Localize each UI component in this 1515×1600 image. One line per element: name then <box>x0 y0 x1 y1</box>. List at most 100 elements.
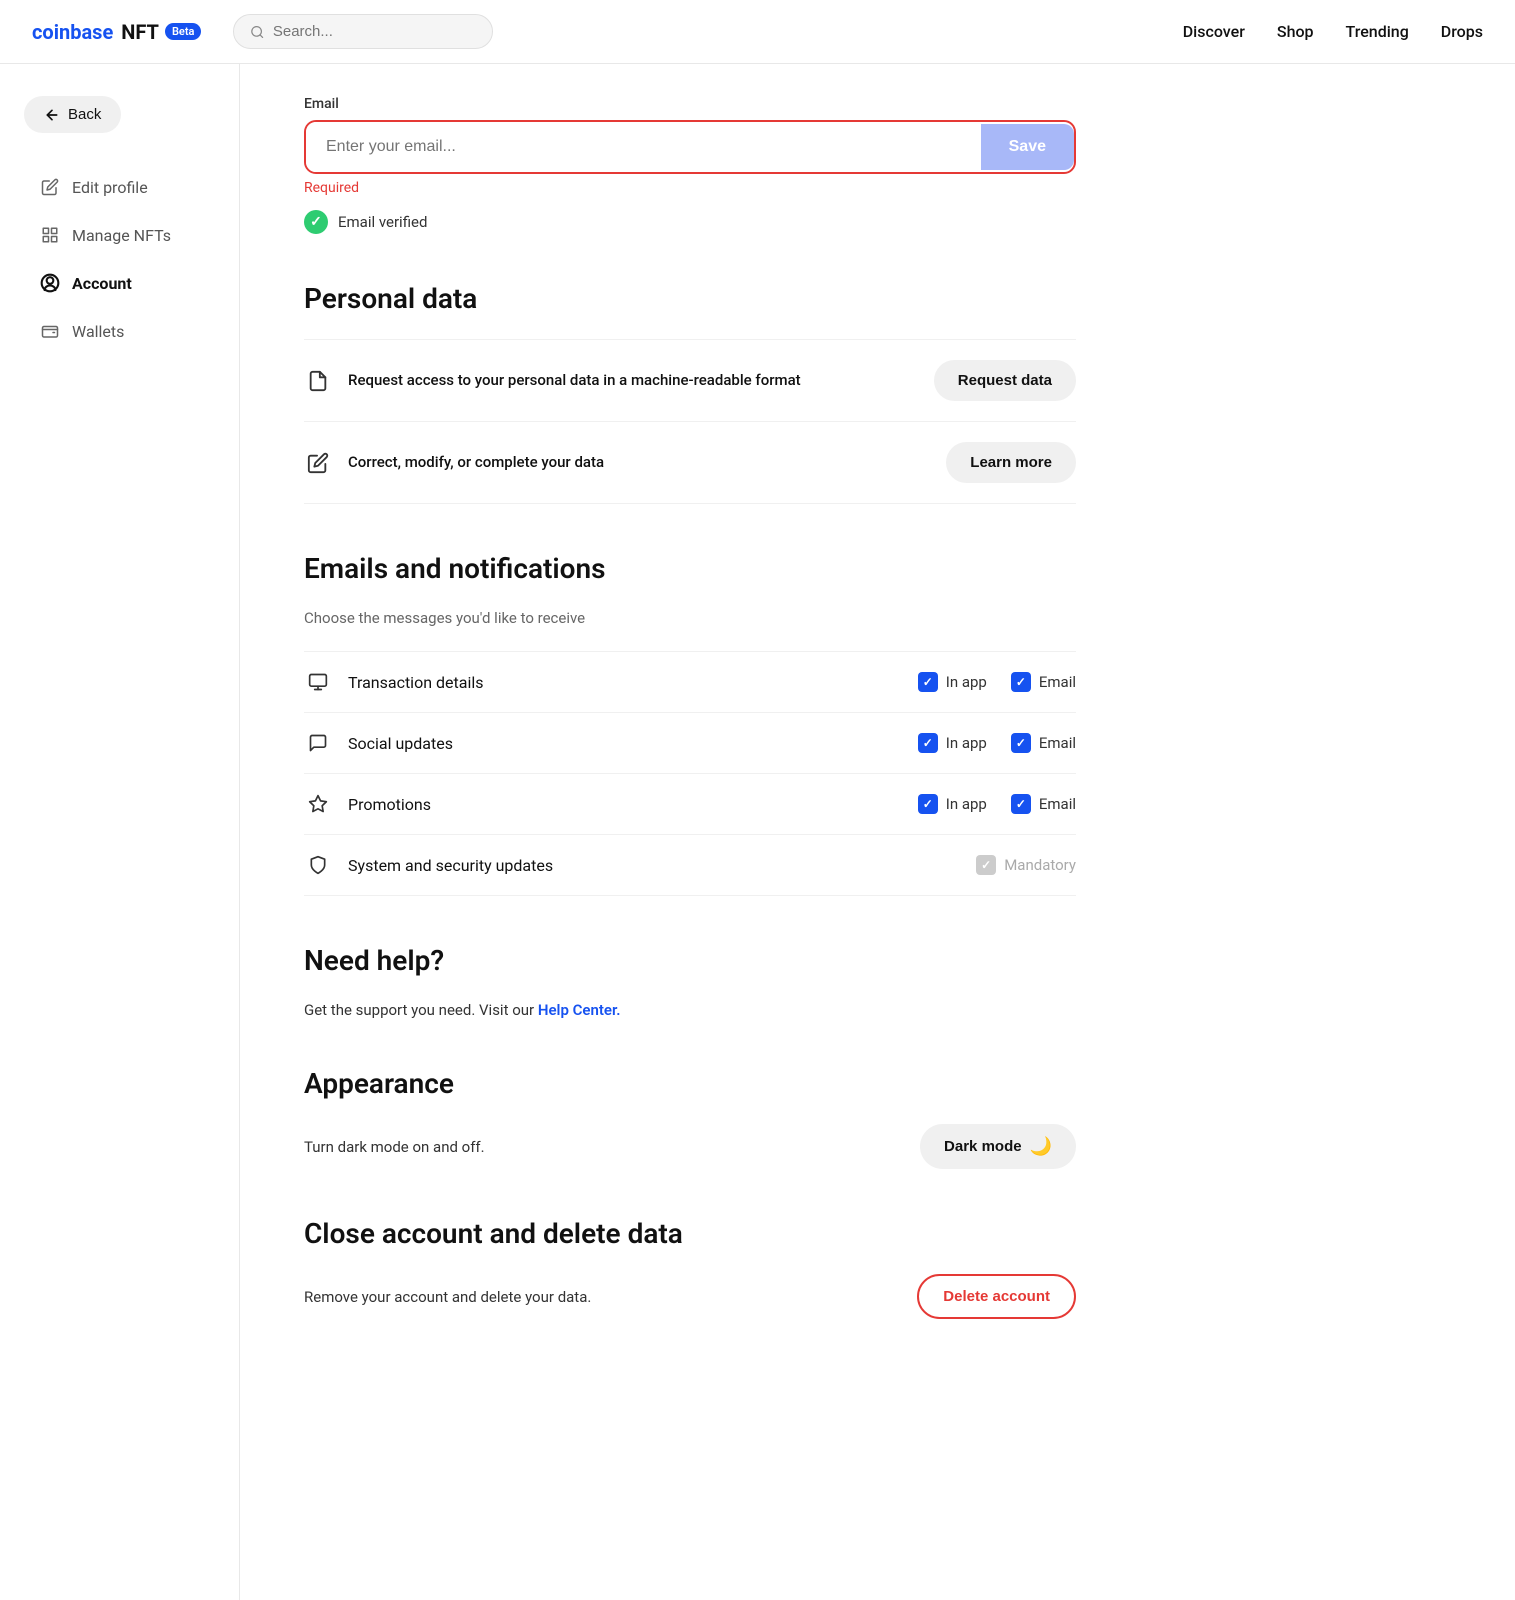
personal-data-row-0-text: Request access to your personal data in … <box>348 370 801 391</box>
checkbox-checked-icon: ✓ <box>918 733 938 753</box>
notif-inapp-label-0: In app <box>946 673 987 691</box>
notif-email-label-0: Email <box>1039 673 1076 691</box>
back-button[interactable]: Back <box>24 96 121 133</box>
verified-check-icon: ✓ <box>304 210 328 234</box>
notif-row-1-label: Social updates <box>348 734 453 753</box>
notif-row-0-label: Transaction details <box>348 673 483 692</box>
appearance-title: Appearance <box>304 1067 1076 1100</box>
search-bar[interactable] <box>233 14 493 49</box>
notifications-section: Emails and notifications Choose the mess… <box>304 552 1076 896</box>
notif-row-0-inapp[interactable]: ✓ In app <box>918 672 987 692</box>
notif-row-3-left: System and security updates <box>304 851 976 879</box>
document-icon <box>304 367 332 395</box>
email-input-row: Save <box>304 120 1076 174</box>
checkbox-checked-icon: ✓ <box>1011 733 1031 753</box>
notifications-title: Emails and notifications <box>304 552 1076 585</box>
email-verified-text: Email verified <box>338 213 427 231</box>
notif-row-2-left: Promotions <box>304 790 918 818</box>
sidebar: Back Edit profile Manage NFTs <box>0 64 240 1600</box>
notif-row-1-inapp[interactable]: ✓ In app <box>918 733 987 753</box>
appearance-row: Turn dark mode on and off. Dark mode 🌙 <box>304 1124 1076 1169</box>
shield-icon <box>304 851 332 879</box>
close-account-row: Remove your account and delete your data… <box>304 1274 1076 1319</box>
request-data-button[interactable]: Request data <box>934 360 1076 401</box>
close-account-section: Close account and delete data Remove you… <box>304 1217 1076 1319</box>
help-section: Need help? Get the support you need. Vis… <box>304 944 1076 1019</box>
search-input[interactable] <box>273 23 477 40</box>
nav-drops[interactable]: Drops <box>1441 22 1483 41</box>
notif-row-0-email[interactable]: ✓ Email <box>1011 672 1076 692</box>
help-center-link[interactable]: Help Center. <box>538 1001 621 1019</box>
personal-data-row-1-text: Correct, modify, or complete your data <box>348 452 604 473</box>
close-account-title: Close account and delete data <box>304 1217 1076 1250</box>
save-button[interactable]: Save <box>981 124 1074 170</box>
sidebar-item-wallets[interactable]: Wallets <box>24 309 215 353</box>
main-content: Email Save Required ✓ Email verified Per… <box>240 64 1140 1600</box>
checkbox-checked-icon: ✓ <box>918 794 938 814</box>
notif-row-0-right: ✓ In app ✓ Email <box>918 672 1076 692</box>
edit-icon <box>304 449 332 477</box>
sidebar-nav: Edit profile Manage NFTs Account <box>24 165 215 353</box>
learn-more-button[interactable]: Learn more <box>946 442 1076 483</box>
checkbox-checked-icon: ✓ <box>1011 794 1031 814</box>
sidebar-item-manage-nfts[interactable]: Manage NFTs <box>24 213 215 257</box>
moon-icon: 🌙 <box>1030 1136 1052 1157</box>
personal-data-row-0: Request access to your personal data in … <box>304 339 1076 421</box>
sidebar-item-manage-nfts-label: Manage NFTs <box>72 226 171 245</box>
notifications-subtitle: Choose the messages you'd like to receiv… <box>304 609 1076 627</box>
email-label: Email <box>304 96 1076 112</box>
dark-mode-button[interactable]: Dark mode 🌙 <box>920 1124 1076 1169</box>
main-nav: Discover Shop Trending Drops <box>1183 22 1483 41</box>
delete-account-button[interactable]: Delete account <box>917 1274 1076 1319</box>
notif-row-0: Transaction details ✓ In app ✓ Email <box>304 651 1076 712</box>
notif-row-3-mandatory: ✓ Mandatory <box>976 855 1076 875</box>
wallet-icon <box>40 321 60 341</box>
help-title: Need help? <box>304 944 1076 977</box>
checkbox-checked-icon: ✓ <box>1011 672 1031 692</box>
notif-inapp-label-2: In app <box>946 795 987 813</box>
email-section: Email Save Required ✓ Email verified <box>304 96 1076 234</box>
notif-inapp-label-1: In app <box>946 734 987 752</box>
help-text: Get the support you need. Visit our Help… <box>304 1001 1076 1019</box>
user-circle-icon <box>40 273 60 293</box>
notif-row-2-email[interactable]: ✓ Email <box>1011 794 1076 814</box>
mandatory-label: Mandatory <box>1004 856 1076 874</box>
beta-badge: Beta <box>165 23 202 40</box>
notif-row-3-right: ✓ Mandatory <box>976 855 1076 875</box>
sidebar-item-account-label: Account <box>72 274 132 293</box>
notif-email-label-2: Email <box>1039 795 1076 813</box>
social-icon <box>304 729 332 757</box>
search-icon <box>250 24 264 40</box>
notif-email-label-1: Email <box>1039 734 1076 752</box>
notif-row-1-right: ✓ In app ✓ Email <box>918 733 1076 753</box>
nav-discover[interactable]: Discover <box>1183 22 1245 41</box>
personal-data-title: Personal data <box>304 282 1076 315</box>
notif-row-0-left: Transaction details <box>304 668 918 696</box>
personal-data-row-1-left: Correct, modify, or complete your data <box>304 449 604 477</box>
arrow-left-icon <box>44 107 60 123</box>
personal-data-section: Personal data Request access to your per… <box>304 282 1076 504</box>
sidebar-item-account[interactable]: Account <box>24 261 215 305</box>
appearance-section: Appearance Turn dark mode on and off. Da… <box>304 1067 1076 1169</box>
sidebar-item-wallets-label: Wallets <box>72 322 124 341</box>
nav-trending[interactable]: Trending <box>1346 22 1409 41</box>
notif-row-3: System and security updates ✓ Mandatory <box>304 834 1076 896</box>
notif-row-1-email[interactable]: ✓ Email <box>1011 733 1076 753</box>
required-text: Required <box>304 180 1076 196</box>
close-account-description: Remove your account and delete your data… <box>304 1288 591 1306</box>
tag-icon <box>304 790 332 818</box>
logo-coinbase: coinbase <box>32 20 113 44</box>
personal-data-row-0-left: Request access to your personal data in … <box>304 367 801 395</box>
sidebar-item-edit-profile[interactable]: Edit profile <box>24 165 215 209</box>
sidebar-item-edit-profile-label: Edit profile <box>72 178 148 197</box>
nav-shop[interactable]: Shop <box>1277 22 1314 41</box>
appearance-description: Turn dark mode on and off. <box>304 1138 485 1156</box>
grid-icon <box>40 225 60 245</box>
notif-row-2-label: Promotions <box>348 795 431 814</box>
notif-row-2-inapp[interactable]: ✓ In app <box>918 794 987 814</box>
checkbox-checked-icon: ✓ <box>918 672 938 692</box>
pencil-icon <box>40 177 60 197</box>
notif-row-3-label: System and security updates <box>348 856 553 875</box>
email-field[interactable] <box>306 122 981 172</box>
checkbox-mandatory-icon: ✓ <box>976 855 996 875</box>
